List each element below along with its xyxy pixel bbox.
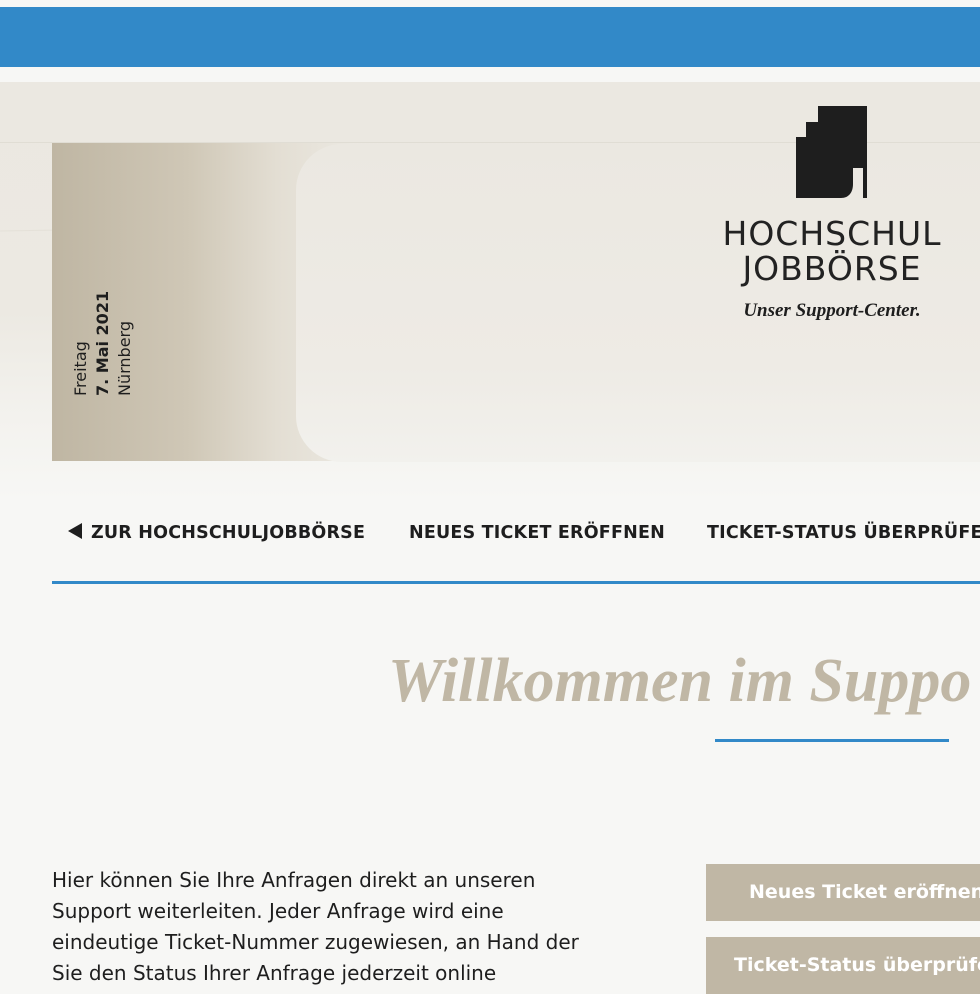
event-date-info: Freitag 7. Mai 2021 Nürnberg [70,291,136,396]
intro-line: Sie den Status Ihrer Anfrage jederzeit o… [52,961,497,985]
top-bar [0,7,980,67]
welcome-heading: Willkommen im Suppo [388,647,972,715]
brand-tagline: Unser Support-Center. [743,300,921,321]
intro-text: Hier können Sie Ihre Anfragen direkt an … [52,865,597,989]
brand-name-line2: JOBBÖRSE [742,249,922,288]
welcome-underline [715,739,949,742]
intro-line: Hier können Sie Ihre Anfragen direkt an … [52,868,536,892]
ticket-status-button[interactable]: Ticket-Status überprüfen [706,937,980,994]
nav-underline [52,581,980,584]
brand-name-line1: HOCHSCHUL [722,214,942,253]
nav-back-label: ZUR HOCHSCHULJOBBÖRSE [91,523,366,543]
building-logo-icon[interactable] [795,106,869,200]
triangle-left-icon [68,523,82,539]
intro-line: Support weiterleiten. Jeder Anfrage wird… [52,899,504,923]
event-weekday: Freitag [71,341,90,396]
nav-new-ticket-link[interactable]: NEUES TICKET ERÖFFNEN [409,523,665,543]
main-nav: ZUR HOCHSCHULJOBBÖRSE NEUES TICKET ERÖFF… [52,523,980,553]
intro-line: eindeutige Ticket-Nummer zugewiesen, an … [52,930,579,954]
event-city: Nürnberg [115,321,134,396]
nav-ticket-status-link[interactable]: TICKET-STATUS ÜBERPRÜFEN [707,523,980,543]
new-ticket-button[interactable]: Neues Ticket eröffnen [706,864,980,921]
event-date: 7. Mai 2021 [93,290,112,396]
brand-name[interactable]: HOCHSCHUL JOBBÖRSE [712,216,952,286]
nav-back-link[interactable]: ZUR HOCHSCHULJOBBÖRSE [68,523,365,543]
